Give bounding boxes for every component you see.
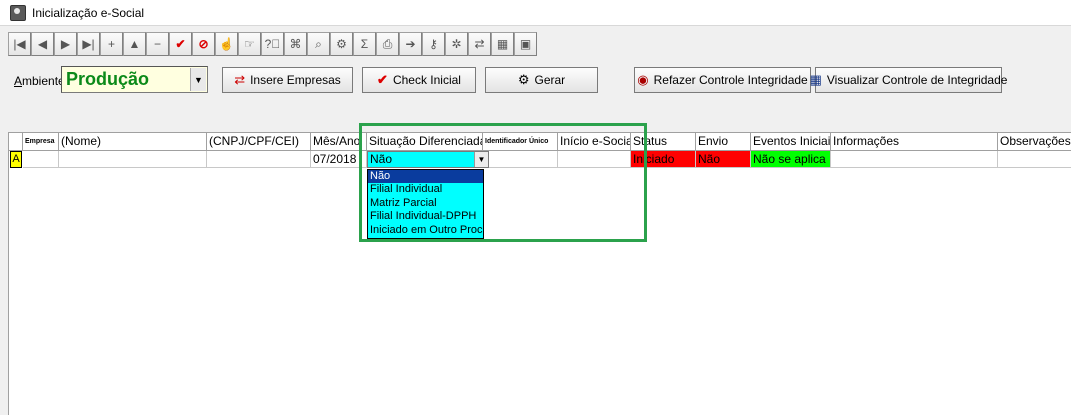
title-bar: Inicialização e-Social	[0, 0, 1071, 26]
sum-button[interactable]: Σ	[353, 32, 376, 56]
refazer-controle-button[interactable]: ◉ Refazer Controle Integridade	[634, 67, 811, 93]
arrows-button[interactable]: ⇄	[468, 32, 491, 56]
header-observacoes[interactable]: Observações	[998, 133, 1071, 151]
header-inicio[interactable]: Início e-Social	[558, 133, 631, 151]
header-empresa[interactable]: Empresa	[23, 133, 59, 151]
header-cnpj[interactable]: (CNPJ/CPF/CEI)	[207, 133, 311, 151]
insert-icon: +	[107, 37, 115, 51]
tools-icon: ⚙	[336, 37, 347, 51]
visualizar-controle-button[interactable]: ▦ Visualizar Controle de Integridade	[810, 67, 1007, 93]
calculator-button[interactable]: ▦	[491, 32, 514, 56]
insert-companies-icon: ⇄	[234, 72, 246, 87]
delete-button[interactable]: −	[146, 32, 169, 56]
key-button[interactable]: ⚷	[422, 32, 445, 56]
cell-mes-ano[interactable]: 07/2018	[311, 151, 367, 168]
next-record-button[interactable]: ▶	[54, 32, 77, 56]
hand-icon: ☝	[219, 37, 234, 51]
delete-icon: −	[153, 37, 161, 51]
calculator-icon: ▦	[496, 37, 509, 51]
header-status[interactable]: Status	[631, 133, 696, 151]
up-button[interactable]: ▲	[123, 32, 146, 56]
insere-empresas-button[interactable]: ⇄ Insere Empresas	[222, 67, 353, 93]
chevron-down-icon[interactable]: ▼	[474, 152, 488, 167]
header-envio[interactable]: Envio	[696, 133, 751, 151]
dropdown-option[interactable]: Iniciado em Outro Proce	[368, 224, 483, 237]
cell-empresa[interactable]	[23, 151, 59, 168]
window-title: Inicialização e-Social	[32, 5, 145, 20]
last-record-button[interactable]: ▶|	[77, 32, 100, 56]
row-indicator[interactable]: A	[10, 151, 22, 168]
cell-inicio[interactable]	[558, 151, 631, 168]
dropdown-option[interactable]: Matriz Parcial	[368, 197, 483, 210]
record-icon: ◉	[637, 72, 649, 87]
header-eventos[interactable]: Eventos Iniciais	[751, 133, 831, 151]
stop-icon: ▣	[519, 37, 532, 51]
gerar-button[interactable]: ⚙ Gerar	[485, 67, 598, 93]
app-icon	[10, 4, 26, 21]
export-button[interactable]: ➔	[399, 32, 422, 56]
prev-record-icon: ◀	[37, 37, 48, 51]
up-icon: ▲	[128, 37, 141, 51]
cell-cnpj[interactable]	[207, 151, 311, 168]
post-button[interactable]: ✔	[169, 32, 192, 56]
cell-informacoes[interactable]	[831, 151, 998, 168]
cell-eventos[interactable]: Não se aplica	[751, 151, 831, 168]
export-icon: ➔	[405, 37, 416, 51]
find-button[interactable]: ⌕	[307, 32, 330, 56]
cancel-button[interactable]: ⊘	[192, 32, 215, 56]
dropdown-option[interactable]: Não	[368, 170, 483, 184]
header-situacao[interactable]: Situação Diferenciada	[367, 133, 483, 151]
filter-icon: ⌘	[289, 37, 302, 51]
table-icon: ▦	[809, 72, 822, 87]
filter-button[interactable]: ⌘	[284, 32, 307, 56]
companies-grid[interactable]: Empresa (Nome) (CNPJ/CPF/CEI) Mês/Ano Si…	[8, 132, 1071, 415]
cell-identificador[interactable]	[483, 151, 558, 168]
find-icon: ⌕	[315, 36, 322, 51]
last-record-icon: ▶|	[82, 37, 95, 51]
print-icon: ⎙	[382, 36, 393, 51]
first-record-button[interactable]: |◀	[8, 32, 31, 56]
situacao-combo[interactable]: Não ▼	[367, 151, 489, 168]
tools-button[interactable]: ⚙	[330, 32, 353, 56]
config-icon: ✲	[451, 37, 462, 51]
generate-icon: ⚙	[517, 72, 530, 87]
situacao-dropdown-list[interactable]: Não Filial Individual Matriz Parcial Fil…	[367, 169, 484, 239]
config-button[interactable]: ✲	[445, 32, 468, 56]
insert-button[interactable]: +	[100, 32, 123, 56]
ambiente-label: Ambiente	[14, 74, 65, 88]
dropdown-option[interactable]: Filial Individual	[368, 183, 483, 196]
header-mes-ano[interactable]: Mês/Ano	[311, 133, 367, 151]
header-identificador[interactable]: Identificador Único	[483, 133, 558, 151]
first-record-icon: |◀	[13, 37, 26, 51]
check-inicial-button[interactable]: ✔ Check Inicial	[362, 67, 476, 93]
hand-button[interactable]: ☝	[215, 32, 238, 56]
pointer-icon: ☞	[244, 37, 255, 51]
next-record-icon: ▶	[60, 37, 71, 51]
help-button[interactable]: ?⃝	[261, 32, 284, 56]
pointer-button[interactable]: ☞	[238, 32, 261, 56]
ambiente-value: Produção	[66, 69, 150, 89]
key-icon: ⚷	[429, 37, 438, 51]
cell-envio[interactable]: Não	[696, 151, 751, 168]
cell-status[interactable]: Iniciado	[631, 151, 696, 168]
situacao-value: Não	[370, 152, 393, 166]
arrows-icon: ⇄	[474, 37, 485, 51]
header-nome[interactable]: (Nome)	[59, 133, 207, 151]
help-icon: ?⃝	[264, 37, 281, 51]
dropdown-option[interactable]: Filial Individual-DPPH	[368, 210, 483, 223]
post-check-icon: ✔	[175, 37, 186, 51]
cell-observacoes[interactable]	[998, 151, 1071, 168]
ambiente-select[interactable]: Produção ▼	[61, 66, 208, 93]
print-button[interactable]: ⎙	[376, 32, 399, 56]
cell-nome[interactable]	[59, 151, 207, 168]
indicator-header	[9, 133, 23, 151]
stop-button[interactable]: ▣	[514, 32, 537, 56]
chevron-down-icon[interactable]: ▼	[190, 68, 206, 91]
prev-record-button[interactable]: ◀	[31, 32, 54, 56]
sum-icon: Σ	[360, 37, 369, 51]
header-informacoes[interactable]: Informações	[831, 133, 998, 151]
check-icon: ✔	[377, 72, 388, 87]
cancel-icon: ⊘	[198, 37, 209, 51]
navigator-toolbar: |◀ ◀ ▶ ▶| + ▲ − ✔ ⊘ ☝ ☞ ?⃝ ⌘ ⌕ ⚙ Σ ⎙ ➔ ⚷…	[8, 31, 537, 57]
